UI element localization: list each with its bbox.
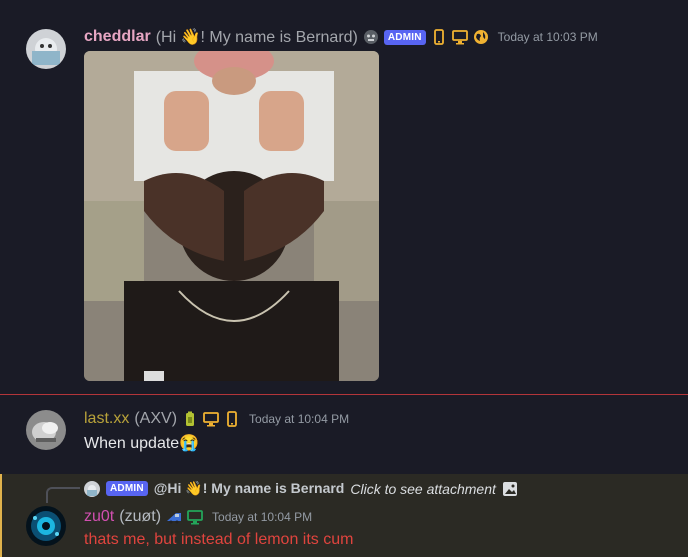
phone-icon xyxy=(431,29,447,45)
timestamp: Today at 10:04 PM xyxy=(249,412,350,426)
image-attachment[interactable] xyxy=(84,51,379,381)
monkey-emoji-icon xyxy=(363,29,379,45)
message-text: thats me, but instead of lemon its cum xyxy=(84,531,354,548)
admin-badge: ADMIN xyxy=(383,29,426,45)
username[interactable]: cheddlar xyxy=(84,28,151,46)
timestamp: Today at 10:03 PM xyxy=(497,30,598,44)
nickname: (Hi 👋! My name is Bernard) xyxy=(155,29,358,46)
battery-emoji-icon xyxy=(182,411,198,427)
desktop-icon xyxy=(187,509,203,525)
avatar[interactable] xyxy=(26,29,66,69)
avatar[interactable] xyxy=(26,410,66,450)
reply-avatar xyxy=(84,480,100,497)
desktop-icon xyxy=(451,29,468,45)
reply-nickname[interactable]: @Hi 👋! My name is Bernard xyxy=(154,480,345,497)
username[interactable]: last.xx xyxy=(84,410,129,428)
desktop-icon xyxy=(203,411,219,427)
reply-spine xyxy=(46,487,80,503)
reply-preview[interactable]: ADMIN @Hi 👋! My name is Bernard Click to… xyxy=(84,480,518,497)
web-globe-icon xyxy=(473,29,489,45)
reply-attachment-link[interactable]: Click to see attachment xyxy=(350,481,496,497)
message-text: When update😭 xyxy=(84,435,200,452)
admin-badge: ADMIN xyxy=(106,481,148,496)
new-messages-divider xyxy=(0,394,688,395)
avatar[interactable] xyxy=(26,506,66,546)
username[interactable]: zu0t xyxy=(84,508,114,526)
phone-icon xyxy=(224,411,240,427)
nickname: (zuøt) xyxy=(119,508,162,525)
train-emoji-icon xyxy=(166,509,182,525)
image-icon xyxy=(502,481,518,497)
nickname: (AXV) xyxy=(134,410,178,427)
timestamp: Today at 10:04 PM xyxy=(212,510,313,524)
